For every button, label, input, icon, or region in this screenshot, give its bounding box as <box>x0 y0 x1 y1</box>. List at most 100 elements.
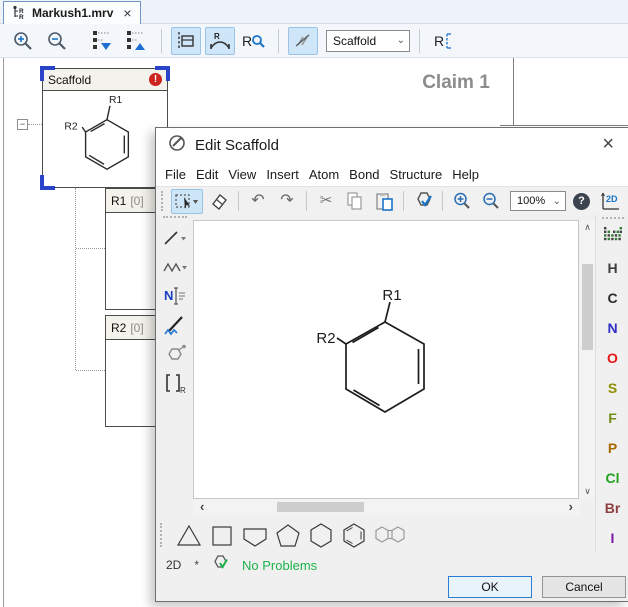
chevron-down-icon: ⌄ <box>553 196 561 207</box>
element-o[interactable]: O <box>596 345 628 371</box>
dialog-titlebar[interactable]: Edit Scaffold × <box>156 128 628 162</box>
element-s[interactable]: S <box>596 375 628 401</box>
document-tab[interactable]: R R Markush1.mrv × <box>3 1 141 24</box>
toolbar-separator <box>278 29 279 53</box>
tree-connector <box>76 370 105 371</box>
svg-text:R2: R2 <box>64 122 77 133</box>
template-cyclopropane-icon[interactable] <box>175 521 203 549</box>
scroll-right-icon[interactable]: › <box>569 499 573 515</box>
selection-corner <box>40 66 55 81</box>
claim-row-divider <box>500 125 628 126</box>
menu-insert[interactable]: Insert <box>266 167 299 182</box>
template-cyclobutane-icon[interactable] <box>208 521 236 549</box>
zoom-level-select[interactable]: 100% ⌄ <box>510 191 566 211</box>
rgroup-view-toggle[interactable]: R <box>205 27 235 55</box>
check-structure-button[interactable] <box>410 189 436 214</box>
menu-view[interactable]: View <box>228 167 256 182</box>
menu-help[interactable]: Help <box>452 167 479 182</box>
group-bracket-tool-button[interactable]: R <box>161 370 189 396</box>
vertical-scroll-thumb[interactable] <box>582 264 593 350</box>
scroll-down-icon[interactable]: ∨ <box>580 486 595 497</box>
variable-bond-tool-button[interactable] <box>161 312 189 338</box>
menu-atom[interactable]: Atom <box>309 167 339 182</box>
template-cyclohexane-icon[interactable] <box>307 521 335 549</box>
toolbar-drag-handle[interactable] <box>161 191 164 211</box>
rgroup-bracket-button[interactable]: R <box>429 27 459 55</box>
bond-tool-button[interactable] <box>161 225 189 251</box>
periodic-table-icon[interactable] <box>604 227 622 246</box>
element-n[interactable]: N <box>596 315 628 341</box>
copy-button[interactable] <box>342 189 368 214</box>
scroll-up-icon[interactable]: ∧ <box>580 222 595 233</box>
svg-text:R1: R1 <box>109 95 122 106</box>
scaffold-node[interactable]: Scaffold ! R1 R2 <box>42 68 168 188</box>
palette-drag-handle[interactable] <box>602 217 624 220</box>
rgroup-query-button[interactable]: R <box>239 27 269 55</box>
dialog-title: Edit Scaffold <box>195 137 279 154</box>
eraser-tool-button[interactable] <box>206 189 232 214</box>
element-i[interactable]: I <box>596 525 628 551</box>
menu-structure[interactable]: Structure <box>390 167 443 182</box>
canvas-horizontal-scrollbar[interactable]: ‹ › <box>193 499 580 515</box>
toolbar-separator <box>306 191 307 211</box>
cut-button[interactable]: ✂ <box>313 189 339 214</box>
view-mode-select[interactable]: Scaffold ⌄ <box>326 30 410 52</box>
element-p[interactable]: P <box>596 435 628 461</box>
toolbar-drag-handle[interactable] <box>163 216 187 219</box>
structure-canvas[interactable]: R1 R2 <box>193 220 579 499</box>
menu-bond[interactable]: Bond <box>349 167 379 182</box>
redo-button[interactable]: ↷ <box>274 189 300 214</box>
hide-rlogic-toggle[interactable] <box>288 27 318 55</box>
template-benzene-icon[interactable] <box>340 521 368 549</box>
expand-all-button[interactable] <box>88 27 118 55</box>
template-naphthalene-icon[interactable] <box>373 521 407 549</box>
scaffold-node-header[interactable]: Scaffold ! <box>43 69 167 91</box>
element-h[interactable]: H <box>596 255 628 281</box>
template-cyclopentane-envelope-icon[interactable] <box>241 521 269 549</box>
scroll-left-icon[interactable]: ‹ <box>200 499 204 515</box>
canvas-zoom-in-button[interactable] <box>449 189 475 214</box>
atom-text-tool-button[interactable]: N <box>161 283 189 309</box>
selection-tool-button[interactable] <box>171 189 203 214</box>
scaffold-view-toggle[interactable] <box>171 27 201 55</box>
svg-text:R: R <box>180 386 186 394</box>
element-cl[interactable]: Cl <box>596 465 628 491</box>
claim-header: Claim 1 <box>393 72 519 94</box>
paste-button[interactable] <box>371 189 397 214</box>
tree-expander[interactable]: − <box>17 119 28 130</box>
horizontal-scroll-thumb[interactable] <box>277 502 364 512</box>
canvas-zoom-out-button[interactable] <box>478 189 504 214</box>
copy-icon <box>346 192 364 211</box>
template-drag-handle[interactable] <box>160 523 163 547</box>
tab-close-icon[interactable]: × <box>123 5 131 21</box>
r2-node-count: [0] <box>130 321 143 335</box>
chain-tool-button[interactable] <box>161 254 189 280</box>
template-cyclopentane-icon[interactable] <box>274 521 302 549</box>
svg-text:R2: R2 <box>316 330 335 347</box>
toolbar-separator <box>419 29 420 53</box>
undo-button[interactable]: ↶ <box>245 189 271 214</box>
workspace: Claim 1 − Scaffold ! R1 R2 <box>0 58 628 607</box>
element-f[interactable]: F <box>596 405 628 431</box>
toolbar-separator <box>442 191 443 211</box>
clean-2d-button[interactable]: 2D <box>595 188 625 214</box>
cancel-button[interactable]: Cancel <box>542 576 626 598</box>
element-br[interactable]: Br <box>596 495 628 521</box>
menu-edit[interactable]: Edit <box>196 167 218 182</box>
edit-scaffold-dialog: Edit Scaffold × File Edit View Insert At… <box>155 127 628 602</box>
zoom-out-button[interactable] <box>42 27 72 55</box>
r2-node-label: R2 <box>111 321 126 335</box>
r1-node-label: R1 <box>111 194 126 208</box>
ring-template-tool-button[interactable] <box>161 341 189 367</box>
scissors-icon: ✂ <box>320 193 333 209</box>
help-button[interactable]: ? <box>573 193 590 210</box>
toolbar-separator <box>238 191 239 211</box>
dialog-close-icon[interactable]: × <box>602 134 614 154</box>
collapse-all-button[interactable] <box>122 27 152 55</box>
zoom-in-button[interactable] <box>8 27 38 55</box>
menu-file[interactable]: File <box>165 167 186 182</box>
ok-button[interactable]: OK <box>448 576 532 598</box>
canvas-vertical-scrollbar[interactable]: ∧ ∨ <box>580 220 595 499</box>
element-c[interactable]: C <box>596 285 628 311</box>
svg-text:R: R <box>242 33 252 49</box>
